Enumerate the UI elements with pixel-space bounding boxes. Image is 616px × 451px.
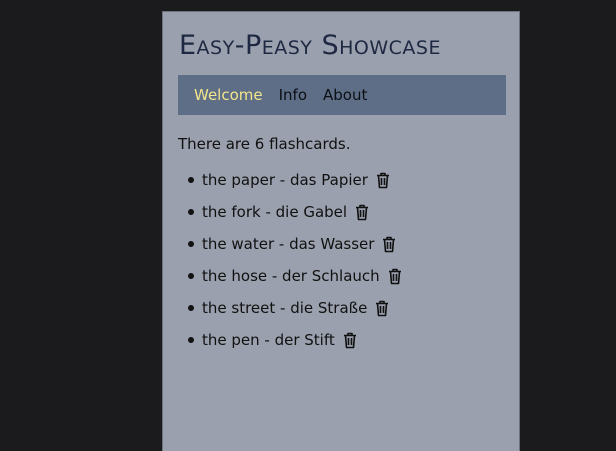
page-title: Easy-Peasy Showcase bbox=[179, 30, 441, 61]
flashcard-item: the street - die Straße bbox=[178, 292, 402, 324]
bullet bbox=[188, 273, 194, 279]
flashcard-item: the pen - der Stift bbox=[178, 324, 402, 356]
bullet bbox=[188, 241, 194, 247]
flashcard-count: There are 6 flashcards. bbox=[178, 135, 351, 153]
bullet bbox=[188, 337, 194, 343]
nav-link-info[interactable]: Info bbox=[279, 86, 307, 104]
flashcard-list: the paper - das Papier the fork - die Ga… bbox=[178, 164, 402, 356]
flashcard-label: the pen - der Stift bbox=[202, 331, 335, 349]
flashcard-label: the hose - der Schlauch bbox=[202, 267, 380, 285]
app-panel: Easy-Peasy Showcase Welcome Info About T… bbox=[162, 11, 520, 451]
flashcard-label: the water - das Wasser bbox=[202, 235, 375, 253]
trash-icon[interactable] bbox=[375, 300, 389, 317]
bullet bbox=[188, 209, 194, 215]
flashcard-item: the hose - der Schlauch bbox=[178, 260, 402, 292]
nav-link-welcome[interactable]: Welcome bbox=[194, 86, 263, 104]
flashcard-item: the water - das Wasser bbox=[178, 228, 402, 260]
flashcard-item: the fork - die Gabel bbox=[178, 196, 402, 228]
flashcard-item: the paper - das Papier bbox=[178, 164, 402, 196]
trash-icon[interactable] bbox=[355, 204, 369, 221]
trash-icon[interactable] bbox=[376, 172, 390, 189]
trash-icon[interactable] bbox=[388, 268, 402, 285]
flashcard-label: the paper - das Papier bbox=[202, 171, 368, 189]
bullet bbox=[188, 177, 194, 183]
flashcard-label: the street - die Straße bbox=[202, 299, 368, 317]
nav-bar: Welcome Info About bbox=[178, 75, 506, 115]
trash-icon[interactable] bbox=[343, 332, 357, 349]
bullet bbox=[188, 305, 194, 311]
trash-icon[interactable] bbox=[382, 236, 396, 253]
flashcard-label: the fork - die Gabel bbox=[202, 203, 348, 221]
nav-link-about[interactable]: About bbox=[323, 86, 367, 104]
